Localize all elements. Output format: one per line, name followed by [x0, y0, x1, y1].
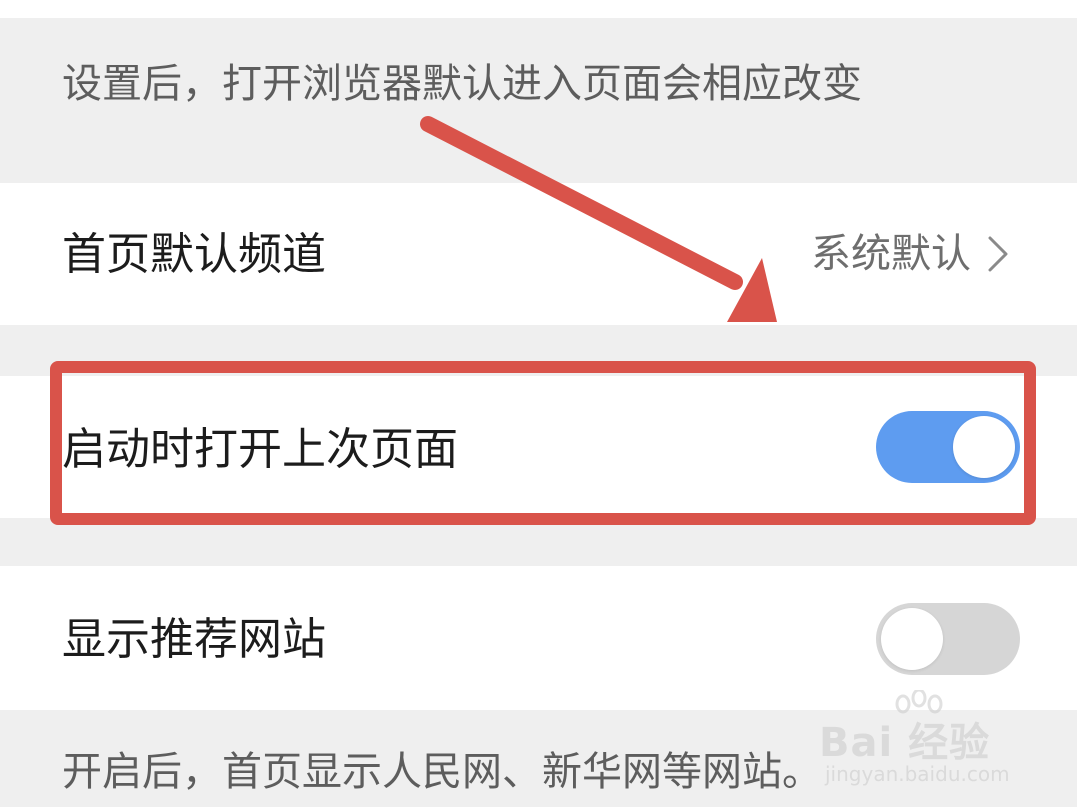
- homepage-channel-value: 系统默认: [811, 231, 971, 277]
- baidu-jingyan-watermark: Bai 经验 jingyan.baidu.com: [819, 690, 1019, 800]
- show-recommended-sites-toggle[interactable]: [876, 603, 1020, 675]
- previous-row-edge: [0, 0, 1077, 18]
- restore-last-page-label: 启动时打开上次页面: [62, 424, 458, 475]
- chevron-right-icon: [988, 236, 1008, 272]
- settings-screen: 设置后，打开浏览器默认进入页面会相应改变 首页默认频道 系统默认 启动时打开上次…: [0, 0, 1077, 807]
- homepage-channel-value-wrap[interactable]: 系统默认: [811, 230, 1011, 278]
- show-recommended-sites-row: 显示推荐网站: [0, 566, 1077, 710]
- restore-last-page-row: 启动时打开上次页面: [0, 376, 1077, 518]
- homepage-channel-label: 首页默认频道: [62, 229, 326, 280]
- default-page-hint: 设置后，打开浏览器默认进入页面会相应改变: [62, 61, 862, 107]
- toggle-knob: [953, 416, 1015, 478]
- recommended-sites-hint: 开启后，首页显示人民网、新华网等网站。: [62, 749, 822, 795]
- show-recommended-sites-label: 显示推荐网站: [62, 614, 326, 665]
- restore-last-page-toggle[interactable]: [876, 411, 1020, 483]
- homepage-channel-row[interactable]: 首页默认频道 系统默认: [0, 183, 1077, 325]
- toggle-knob: [881, 608, 943, 670]
- watermark-brand: Bai 经验: [819, 720, 991, 766]
- watermark-url: jingyan.baidu.com: [825, 762, 1010, 786]
